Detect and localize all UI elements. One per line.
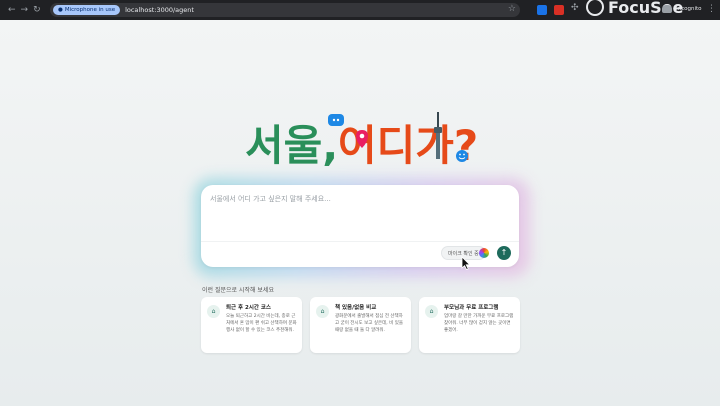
voice-orb-icon[interactable] [479,248,489,258]
mic-icon: ● [58,7,63,13]
card-title: 책 있음/없음 비교 [335,305,377,311]
extension-icon[interactable] [537,5,547,15]
browser-toolbar: ← → ↻ ● Microphone in use localhost:3000… [0,0,720,20]
forward-icon[interactable]: → [21,5,29,15]
search-box: 마이크 확인 중 ↑ [201,185,519,267]
incognito-icon [662,5,672,13]
landmark-icon: ⌂ [425,305,438,318]
arrow-up-icon: ↑ [500,248,508,257]
card-desc: 광화문에서 출발해서 점심 전 산책하고 굳이 전시도 보고 싶은데, 비 있을… [335,314,403,333]
extension-icon[interactable] [554,5,564,15]
reload-icon[interactable]: ↻ [33,5,41,15]
divider [201,241,519,242]
hero-title-part2: 어디가? [338,121,478,170]
nav-buttons: ← → ↻ [0,5,41,15]
mic-badge-label: Microphone in use [64,7,116,13]
hero-title-logo: 서울, 어디가? [245,94,480,170]
address-bar[interactable]: ● Microphone in use localhost:3000/agent… [50,3,520,17]
extensions-puzzle-icon[interactable]: ✣ [571,3,579,13]
suggestion-card[interactable]: ⌂ 책 있음/없음 비교 광화문에서 출발해서 점심 전 산책하고 굳이 전시도… [310,297,411,353]
hero-title-part1: 서울, [245,121,338,170]
card-desc: 오늘 퇴근하고 2시간 비는데, 종로 근처에서 혼 맘이 편 쉬고 산책하며 … [226,314,297,333]
landmark-icon: ⌂ [316,305,329,318]
mouse-cursor-icon [461,256,471,270]
hero-title-graphic: 서울, 어디가? [245,112,478,170]
incognito-label: Incognito [676,6,702,12]
send-button[interactable]: ↑ [497,246,511,260]
suggestion-card[interactable]: ⌂ 부모님과 무료 프로그램 엄마랑 갈 만한 가까운 무료 프로그램 찾아줘.… [419,297,520,353]
url-text[interactable]: localhost:3000/agent [125,6,194,14]
bookmark-star-icon[interactable]: ☆ [508,4,516,14]
suggestions-title: 이런 질문으로 시작해 보세요 [202,287,274,294]
suggestion-cards: ⌂ 퇴근 후 2시간 코스 오늘 퇴근하고 2시간 비는데, 종로 근처에서 혼… [201,297,525,353]
card-title: 퇴근 후 2시간 코스 [226,305,271,311]
browser-menu-icon[interactable]: ⋮ [707,4,716,14]
suggestion-card[interactable]: ⌂ 퇴근 후 2시간 코스 오늘 퇴근하고 2시간 비는데, 종로 근처에서 혼… [201,297,302,353]
back-icon[interactable]: ← [8,5,16,15]
focusee-logo-icon [586,0,604,16]
card-title: 부모님과 무료 프로그램 [444,305,499,311]
mic-in-use-badge[interactable]: ● Microphone in use [53,5,121,15]
card-desc: 엄마랑 갈 만한 가까운 무료 프로그램 찾아줘. 너무 많이 걷지 않는 곳이… [444,314,514,333]
landmark-icon: ⌂ [207,305,220,318]
smiley-icon [456,150,468,162]
search-input[interactable] [210,195,510,203]
chat-bubble-icon [328,114,344,126]
focusee-brand: FocuSee [608,0,684,17]
